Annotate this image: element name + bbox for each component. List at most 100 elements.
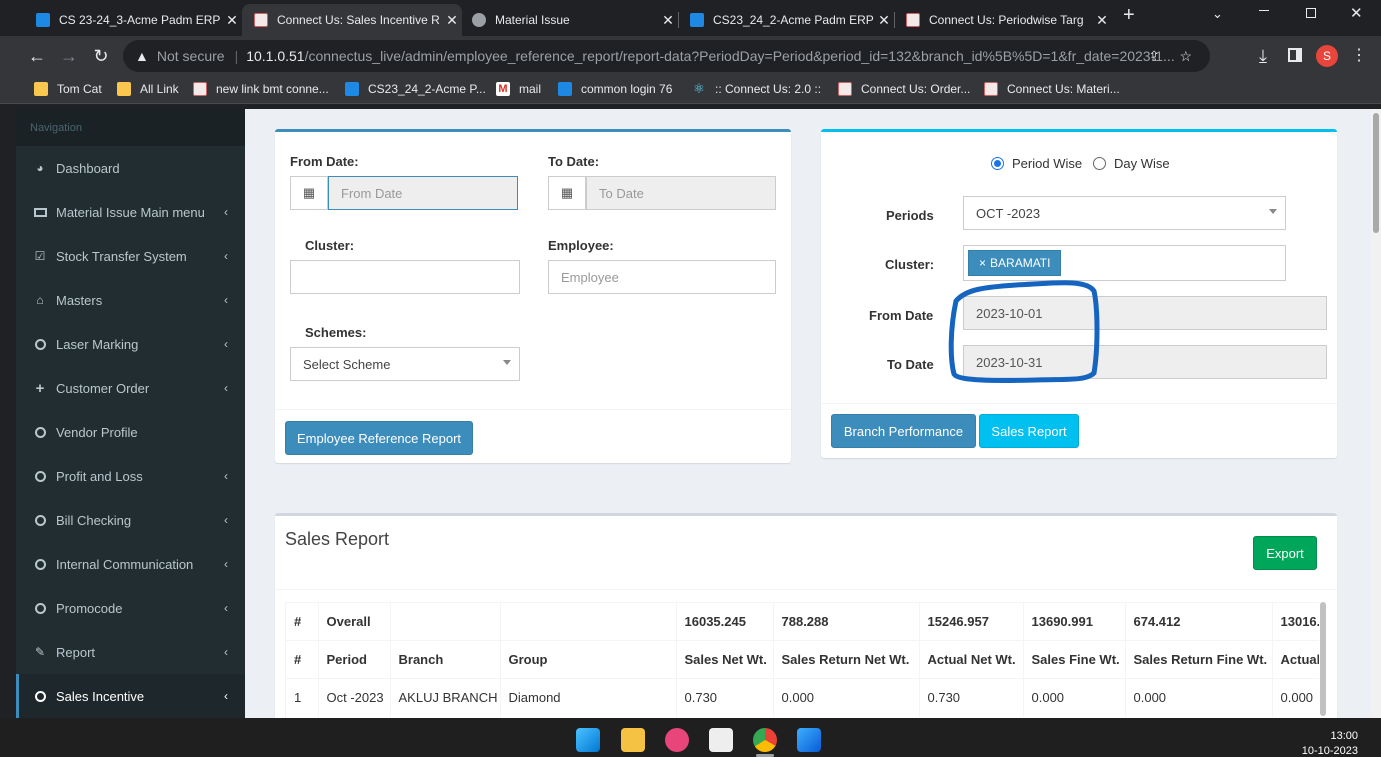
close-icon[interactable]: ✕: [658, 12, 678, 29]
employee-label: Employee:: [548, 238, 614, 253]
schemes-label: Schemes:: [305, 325, 367, 340]
day-wise-label: Day Wise: [1114, 156, 1170, 171]
sidebar-item-bill-checking[interactable]: Bill Checking ‹: [16, 498, 245, 542]
employee-input[interactable]: Employee: [548, 260, 776, 294]
chevron-left-icon: ‹: [224, 293, 228, 307]
bookmark-item[interactable]: ⚛:: Connect Us: 2.0 ::: [692, 82, 821, 97]
period-wise-label: Period Wise: [1012, 156, 1083, 171]
sidebar-item-vendor-profile[interactable]: Vendor Profile: [16, 410, 245, 454]
close-icon[interactable]: ✕: [222, 12, 242, 29]
sidebar-item-report[interactable]: ✎ Report ‹: [16, 630, 245, 674]
circle-icon: [33, 601, 47, 615]
scheme-select[interactable]: Select Scheme: [290, 347, 520, 381]
from-date-input[interactable]: From Date: [328, 176, 518, 210]
sidebar-item-internal-communication[interactable]: Internal Communication ‹: [16, 542, 245, 586]
remove-tag-icon[interactable]: ×: [979, 256, 986, 270]
sidebar-item-dashboard[interactable]: ◕ Dashboard: [16, 146, 245, 190]
sidebar-item-material-issue[interactable]: Material Issue Main menu ‹: [16, 190, 245, 234]
security-indicator: Not secure: [156, 48, 225, 64]
sales-report-button[interactable]: Sales Report: [979, 414, 1079, 448]
close-icon[interactable]: ✕: [442, 12, 462, 29]
download-icon[interactable]: ⤓: [1251, 44, 1275, 68]
sidebar-item-masters[interactable]: ⌂ Masters ‹: [16, 278, 245, 322]
sidebar-item-profit-loss[interactable]: Profit and Loss ‹: [16, 454, 245, 498]
sidebar-item-laser-marking[interactable]: Laser Marking ‹: [16, 322, 245, 366]
tab-1[interactable]: CS 23-24_3-Acme Padm ERP ✕: [24, 4, 242, 36]
report-title: Sales Report: [285, 529, 390, 549]
export-button[interactable]: Export: [1253, 536, 1317, 570]
bookmark-star-icon[interactable]: ☆: [1179, 48, 1192, 65]
tab-title: Material Issue: [495, 13, 570, 27]
sidebar-item-customer-order[interactable]: + Customer Order ‹: [16, 366, 245, 410]
side-panel-icon[interactable]: [1288, 48, 1302, 62]
maximize-icon[interactable]: [1306, 8, 1316, 18]
window-close-icon[interactable]: ✕: [1350, 4, 1363, 22]
tab-3[interactable]: Material Issue ✕: [460, 4, 678, 36]
new-tab-button[interactable]: +: [1123, 4, 1135, 27]
page-scrollbar-thumb[interactable]: [1373, 113, 1379, 233]
pencil-icon: ✎: [34, 645, 46, 659]
employee-reference-report-button[interactable]: Employee Reference Report: [285, 421, 473, 455]
close-icon[interactable]: ✕: [1092, 12, 1112, 29]
warning-triangle-icon: ▲: [135, 48, 149, 64]
connectus-favicon-icon: [984, 82, 998, 96]
tab-4[interactable]: CS23_24_2-Acme Padm ERP ✕: [678, 4, 894, 36]
menu-kebab-icon[interactable]: ⋮: [1347, 44, 1371, 68]
tab-2-active[interactable]: Connect Us: Sales Incentive R ✕: [242, 4, 462, 36]
vnc-viewer-icon[interactable]: [709, 728, 733, 752]
bookmark-item[interactable]: Tom Cat: [34, 82, 102, 96]
tab-title: Connect Us: Periodwise Targ: [929, 13, 1084, 27]
sidebar-item-stock-transfer[interactable]: ☑ Stock Transfer System ‹: [16, 234, 245, 278]
minimize-icon[interactable]: [1259, 10, 1269, 11]
connectus-favicon-icon: [838, 82, 852, 96]
to-date-input[interactable]: To Date: [586, 176, 776, 210]
bookmark-item[interactable]: Connect Us: Order...: [838, 82, 970, 96]
address-divider: |: [234, 48, 239, 64]
address-bar[interactable]: ▲ Not secure | 10.1.0.51 /connectus_live…: [123, 40, 1210, 72]
report-table-wrapper: # Overall 16035.245 788.288 15246.957 13690.…: [285, 602, 1319, 718]
tab-5[interactable]: Connect Us: Periodwise Targ ✕: [894, 4, 1112, 36]
chevron-left-icon: ‹: [224, 337, 228, 351]
share-icon[interactable]: ⇪: [1148, 48, 1160, 65]
periods-select[interactable]: OCT -2023: [963, 196, 1286, 230]
branch-performance-button[interactable]: Branch Performance: [831, 414, 976, 448]
wps-office-icon[interactable]: [665, 728, 689, 752]
bookmark-item[interactable]: Connect Us: Materi...: [984, 82, 1120, 96]
table-header-row: # Period Branch Group Sales Net Wt. Sales Re…: [286, 640, 1319, 679]
reload-icon[interactable]: ↻: [89, 44, 113, 68]
close-icon[interactable]: ✕: [874, 12, 894, 29]
gmail-icon: M: [496, 82, 510, 96]
os-taskbar: 13:00 10-10-2023: [0, 718, 1381, 757]
calendar-icon[interactable]: ▦: [290, 176, 328, 210]
cluster-input[interactable]: [290, 260, 520, 294]
windows-start-icon[interactable]: [576, 728, 600, 752]
day-wise-radio[interactable]: [1093, 157, 1106, 170]
chrome-icon[interactable]: [753, 728, 777, 752]
bookmark-item[interactable]: All Link: [117, 82, 179, 96]
back-arrow-icon[interactable]: ←: [25, 44, 49, 68]
forward-arrow-icon[interactable]: →: [57, 44, 81, 68]
employee-reference-filter-box: From Date: ▦ From Date To Date: ▦ To Dat…: [275, 129, 791, 463]
sidebar-item-promocode[interactable]: Promocode ‹: [16, 586, 245, 630]
bookmark-item[interactable]: new link bmt conne...: [193, 82, 329, 96]
erp-favicon-icon: [558, 82, 572, 96]
circle-icon: [33, 337, 47, 351]
erp-favicon-icon: [690, 13, 704, 27]
sidebar-item-sales-incentive[interactable]: Sales Incentive ‹: [16, 674, 245, 718]
bookmark-item[interactable]: CS23_24_2-Acme P...: [345, 82, 486, 96]
profile-avatar[interactable]: S: [1316, 45, 1338, 67]
chevron-left-icon: ‹: [224, 381, 228, 395]
bookmark-item[interactable]: Mmail: [496, 82, 541, 96]
app-content: Navigation ◕ Dashboard Material Issue Mai…: [16, 109, 1381, 718]
period-wise-radio[interactable]: [991, 157, 1004, 170]
erp-favicon-icon: [36, 13, 50, 27]
bookmark-item[interactable]: common login 76: [558, 82, 672, 96]
circle-icon: [33, 469, 47, 483]
tab-search-chevron-icon[interactable]: ⌄: [1212, 6, 1223, 22]
calendar-icon[interactable]: ▦: [548, 176, 586, 210]
photos-icon[interactable]: [797, 728, 821, 752]
circle-icon: [33, 425, 47, 439]
chevron-left-icon: ‹: [224, 249, 228, 263]
file-explorer-icon[interactable]: [621, 728, 645, 752]
table-scrollbar[interactable]: [1320, 602, 1326, 716]
